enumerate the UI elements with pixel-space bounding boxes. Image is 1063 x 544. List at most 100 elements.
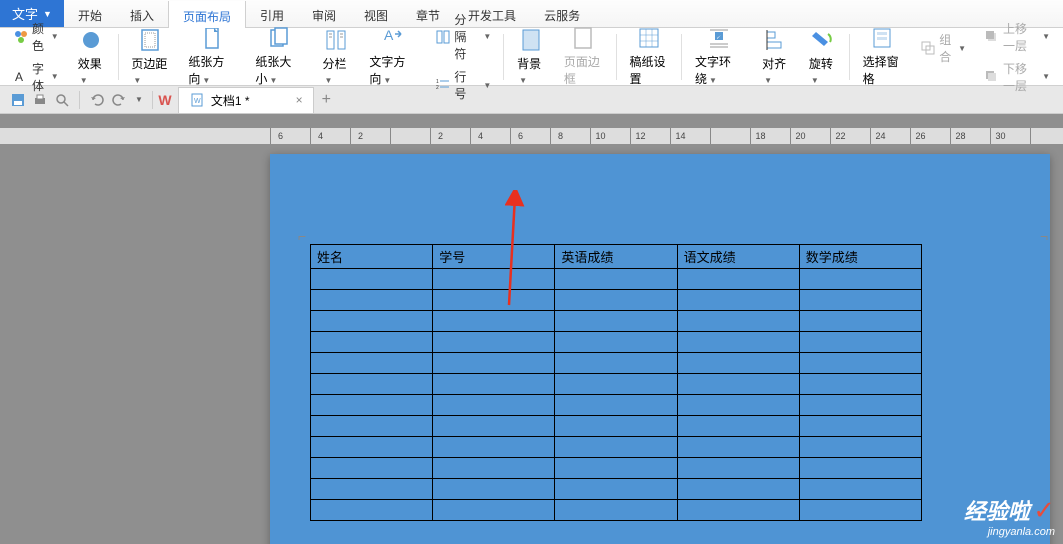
table-cell[interactable] <box>677 479 799 500</box>
save-icon[interactable] <box>10 92 26 108</box>
table-header-row[interactable]: 姓名学号英语成绩语文成绩数学成绩 <box>311 245 922 269</box>
separator-button[interactable]: 分隔符 ▼ <box>430 8 496 65</box>
qat-dropdown-icon[interactable]: ▼ <box>135 95 143 104</box>
table-header-cell[interactable]: 语文成绩 <box>677 245 799 269</box>
table-cell[interactable] <box>311 290 433 311</box>
page-border-button[interactable]: 页面边框 <box>558 23 609 90</box>
background-button[interactable]: 背景▼ <box>511 25 550 89</box>
table-cell[interactable] <box>311 437 433 458</box>
table-cell[interactable] <box>311 374 433 395</box>
table-cell[interactable] <box>799 458 921 479</box>
table-cell[interactable] <box>677 500 799 521</box>
table-cell[interactable] <box>311 311 433 332</box>
line-number-button[interactable]: 12 行号 ▼ <box>430 65 496 105</box>
table-cell[interactable] <box>555 269 677 290</box>
table-cell[interactable] <box>677 437 799 458</box>
menu-start[interactable]: 开始 <box>64 0 116 27</box>
table-cell[interactable] <box>311 353 433 374</box>
table-row[interactable] <box>311 395 922 416</box>
table-row[interactable] <box>311 500 922 521</box>
redo-icon[interactable] <box>111 92 127 108</box>
table-cell[interactable] <box>677 269 799 290</box>
table-cell[interactable] <box>311 416 433 437</box>
table-cell[interactable] <box>555 416 677 437</box>
table-row[interactable] <box>311 353 922 374</box>
table-row[interactable] <box>311 332 922 353</box>
table-cell[interactable] <box>555 437 677 458</box>
table-cell[interactable] <box>799 437 921 458</box>
table-cell[interactable] <box>799 416 921 437</box>
table-cell[interactable] <box>433 290 555 311</box>
table-cell[interactable] <box>799 353 921 374</box>
table-cell[interactable] <box>555 395 677 416</box>
table-row[interactable] <box>311 437 922 458</box>
table-cell[interactable] <box>677 374 799 395</box>
table-cell[interactable] <box>555 479 677 500</box>
table-cell[interactable] <box>555 500 677 521</box>
table-cell[interactable] <box>433 395 555 416</box>
horizontal-ruler[interactable]: 642246810121418202224262830343638424446 <box>0 128 1063 144</box>
table-cell[interactable] <box>677 290 799 311</box>
table-row[interactable] <box>311 269 922 290</box>
document-tab[interactable]: W 文档1 * × <box>178 87 314 113</box>
effect-button[interactable]: 效果▼ <box>72 25 111 89</box>
page-margin-button[interactable]: 页边距▼ <box>125 25 174 89</box>
text-direction-button[interactable]: A 文字方向▼ <box>363 23 422 90</box>
send-back-button[interactable]: 下移一层 ▼ <box>979 57 1055 97</box>
group-button[interactable]: 组合 ▼ <box>915 28 971 68</box>
close-tab-icon[interactable]: × <box>296 93 303 107</box>
text-wrap-button[interactable]: 文字环绕▼ <box>689 23 748 90</box>
table-row[interactable] <box>311 479 922 500</box>
preview-icon[interactable] <box>54 92 70 108</box>
table-cell[interactable] <box>555 458 677 479</box>
table-cell[interactable] <box>433 332 555 353</box>
table-cell[interactable] <box>799 269 921 290</box>
color-button[interactable]: 颜色 ▼ <box>8 17 64 57</box>
table-cell[interactable] <box>555 332 677 353</box>
table-cell[interactable] <box>311 500 433 521</box>
table-cell[interactable] <box>433 353 555 374</box>
table-cell[interactable] <box>311 458 433 479</box>
table-cell[interactable] <box>433 500 555 521</box>
table-cell[interactable] <box>311 332 433 353</box>
rotate-button[interactable]: 旋转▼ <box>803 25 842 89</box>
undo-icon[interactable] <box>89 92 105 108</box>
table-row[interactable] <box>311 458 922 479</box>
table-cell[interactable] <box>311 479 433 500</box>
table-header-cell[interactable]: 英语成绩 <box>555 245 677 269</box>
table-cell[interactable] <box>311 269 433 290</box>
table-cell[interactable] <box>799 374 921 395</box>
table-header-cell[interactable]: 姓名 <box>311 245 433 269</box>
table-cell[interactable] <box>311 395 433 416</box>
page[interactable]: ⌐ ¬ 姓名学号英语成绩语文成绩数学成绩 <box>270 154 1050 544</box>
table-cell[interactable] <box>433 437 555 458</box>
table-cell[interactable] <box>799 332 921 353</box>
table-cell[interactable] <box>799 395 921 416</box>
table-row[interactable] <box>311 374 922 395</box>
align-button[interactable]: 对齐▼ <box>756 25 795 89</box>
table-cell[interactable] <box>677 353 799 374</box>
table-cell[interactable] <box>433 311 555 332</box>
table-cell[interactable] <box>555 374 677 395</box>
table-cell[interactable] <box>677 416 799 437</box>
table-cell[interactable] <box>677 332 799 353</box>
table-cell[interactable] <box>799 500 921 521</box>
table-header-cell[interactable]: 数学成绩 <box>799 245 921 269</box>
table-row[interactable] <box>311 311 922 332</box>
menu-page-layout[interactable]: 页面布局 <box>168 1 246 28</box>
table-cell[interactable] <box>677 395 799 416</box>
table-cell[interactable] <box>677 458 799 479</box>
table-cell[interactable] <box>555 353 677 374</box>
table-row[interactable] <box>311 290 922 311</box>
table-cell[interactable] <box>799 479 921 500</box>
table-cell[interactable] <box>433 416 555 437</box>
data-table[interactable]: 姓名学号英语成绩语文成绩数学成绩 <box>310 244 922 521</box>
print-icon[interactable] <box>32 92 48 108</box>
table-row[interactable] <box>311 416 922 437</box>
table-cell[interactable] <box>799 311 921 332</box>
paper-size-button[interactable]: 纸张大小▼ <box>249 23 308 90</box>
select-pane-button[interactable]: 选择窗格 <box>857 23 908 90</box>
table-cell[interactable] <box>555 290 677 311</box>
menu-insert[interactable]: 插入 <box>116 0 168 27</box>
table-cell[interactable] <box>799 290 921 311</box>
